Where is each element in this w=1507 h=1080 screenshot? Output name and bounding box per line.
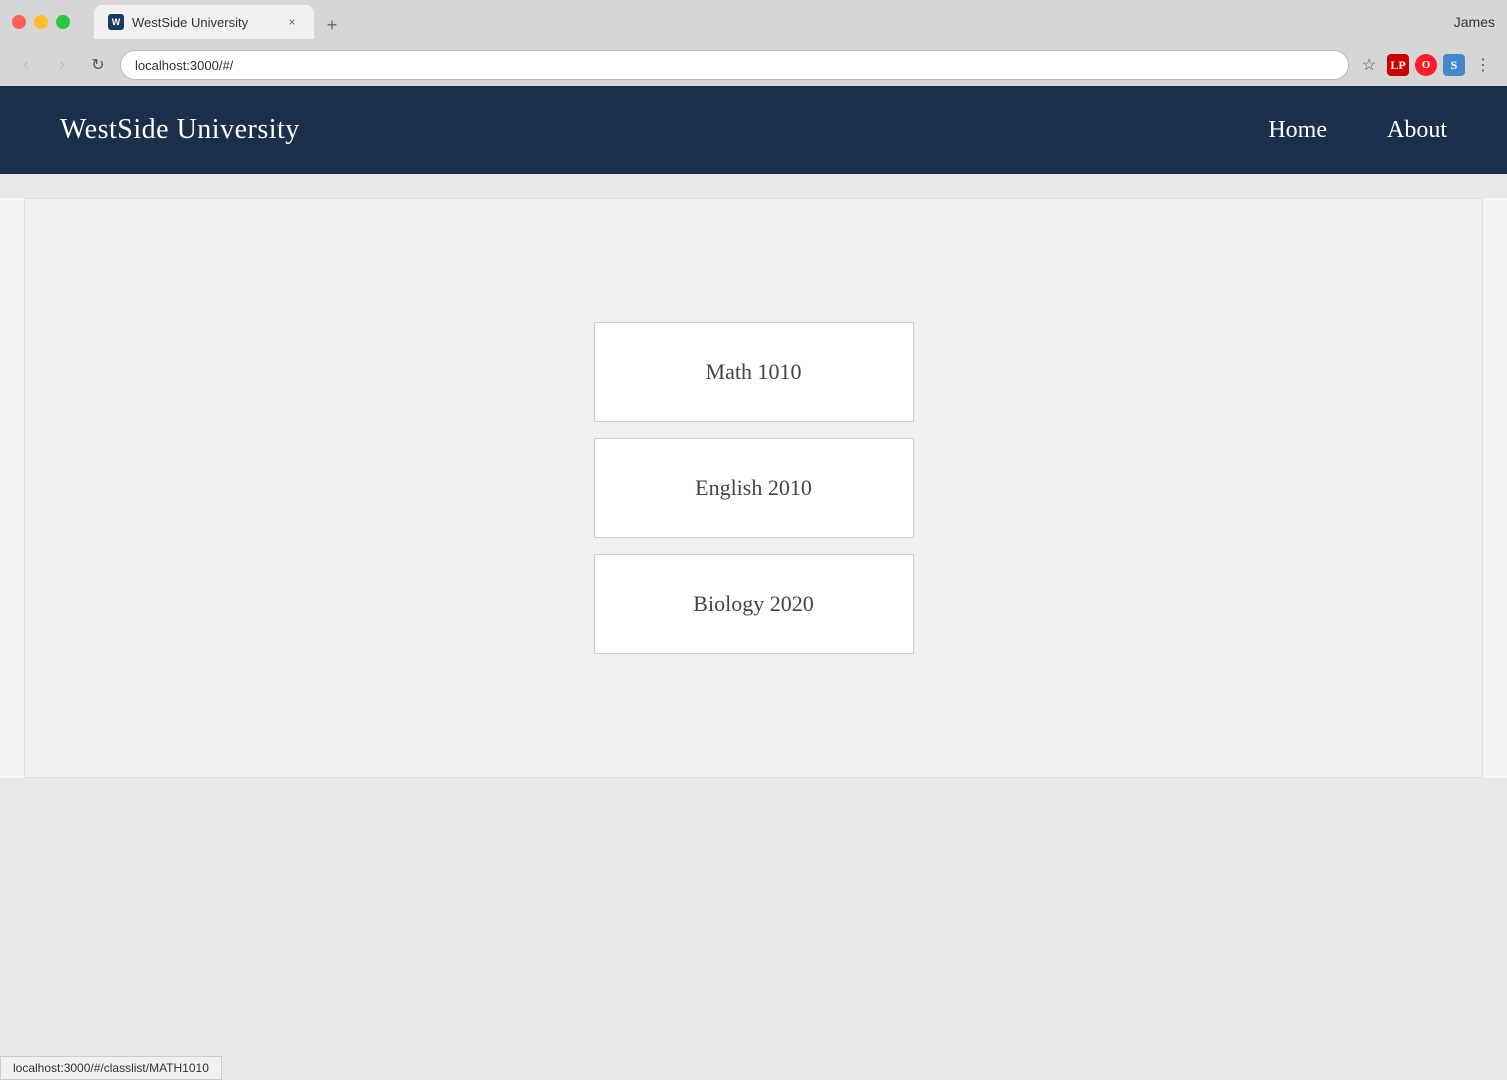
site-nav: Home About xyxy=(1268,117,1447,144)
browser-tab-active[interactable]: W WestSide University × xyxy=(94,5,314,39)
minimize-button[interactable] xyxy=(34,15,48,29)
course-card-title-english2010: English 2010 xyxy=(695,475,812,501)
browser-titlebar: W WestSide University × + James xyxy=(0,0,1507,44)
course-card-title-math1010: Math 1010 xyxy=(706,359,802,385)
tab-close-button[interactable]: × xyxy=(284,14,300,30)
course-card-biology2020[interactable]: Biology 2020 xyxy=(594,554,914,654)
status-bar: localhost:3000/#/classlist/MATH1010 xyxy=(0,1056,222,1080)
nav-home-link[interactable]: Home xyxy=(1268,117,1327,144)
reload-button[interactable]: ↻ xyxy=(84,51,112,79)
nav-about-link[interactable]: About xyxy=(1387,117,1447,144)
back-button[interactable]: ‹ xyxy=(12,51,40,79)
site-navbar: WestSide University Home About xyxy=(0,86,1507,174)
lastpass-icon[interactable]: LP xyxy=(1387,54,1409,76)
course-card-title-biology2020: Biology 2020 xyxy=(693,591,813,617)
tab-title: WestSide University xyxy=(132,15,276,30)
star-icon[interactable]: ☆ xyxy=(1357,53,1381,77)
site-main: Math 1010 English 2010 Biology 2020 xyxy=(0,198,1507,778)
window-controls xyxy=(12,15,70,29)
browser-user: James xyxy=(1454,14,1495,30)
status-url: localhost:3000/#/classlist/MATH1010 xyxy=(13,1061,209,1075)
toolbar-icons: ☆ LP O S ⋮ xyxy=(1357,53,1495,77)
site-logo[interactable]: WestSide University xyxy=(60,114,1268,146)
stylus-icon[interactable]: S xyxy=(1443,54,1465,76)
tabs-bar: W WestSide University × + xyxy=(82,5,358,39)
opera-icon[interactable]: O xyxy=(1415,54,1437,76)
tab-favicon: W xyxy=(108,14,124,30)
new-tab-button[interactable]: + xyxy=(318,11,346,39)
course-cards: Math 1010 English 2010 Biology 2020 xyxy=(65,322,1442,654)
course-card-math1010[interactable]: Math 1010 xyxy=(594,322,914,422)
course-card-english2010[interactable]: English 2010 xyxy=(594,438,914,538)
browser-toolbar: ‹ › ↻ ☆ LP O S ⋮ xyxy=(0,44,1507,86)
maximize-button[interactable] xyxy=(56,15,70,29)
content-area: Math 1010 English 2010 Biology 2020 xyxy=(24,198,1483,778)
menu-icon[interactable]: ⋮ xyxy=(1471,53,1495,77)
browser-chrome: W WestSide University × + James ‹ › ↻ ☆ … xyxy=(0,0,1507,86)
forward-button[interactable]: › xyxy=(48,51,76,79)
address-bar[interactable] xyxy=(120,50,1349,80)
close-button[interactable] xyxy=(12,15,26,29)
